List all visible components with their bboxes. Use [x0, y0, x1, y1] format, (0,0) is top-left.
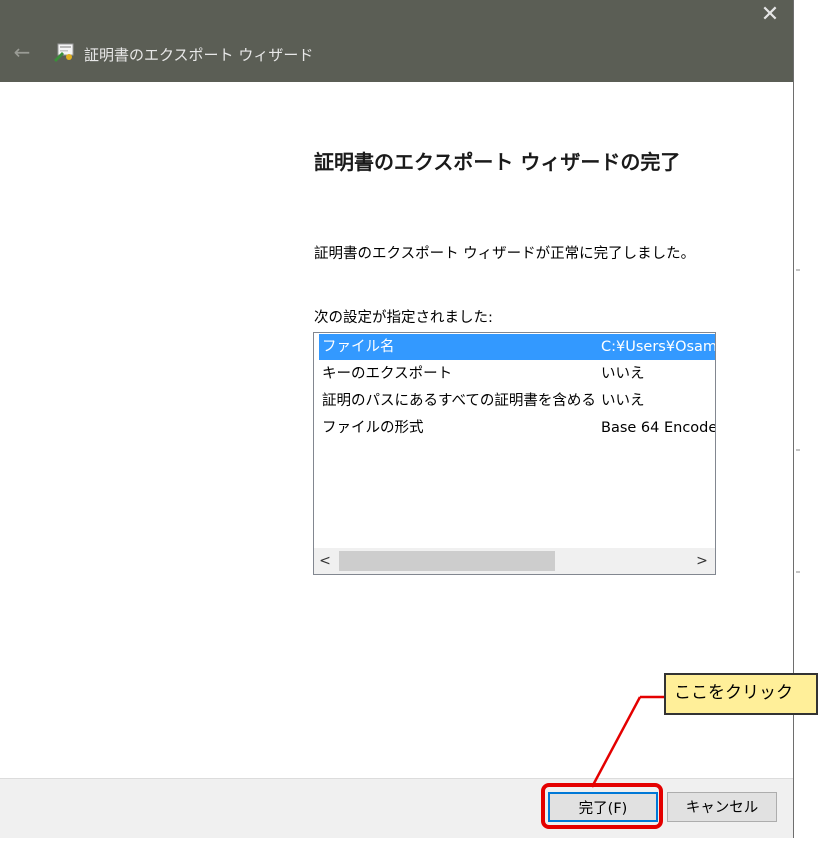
callout-label: ここをクリック — [664, 673, 818, 715]
callout-pointer — [590, 695, 664, 788]
